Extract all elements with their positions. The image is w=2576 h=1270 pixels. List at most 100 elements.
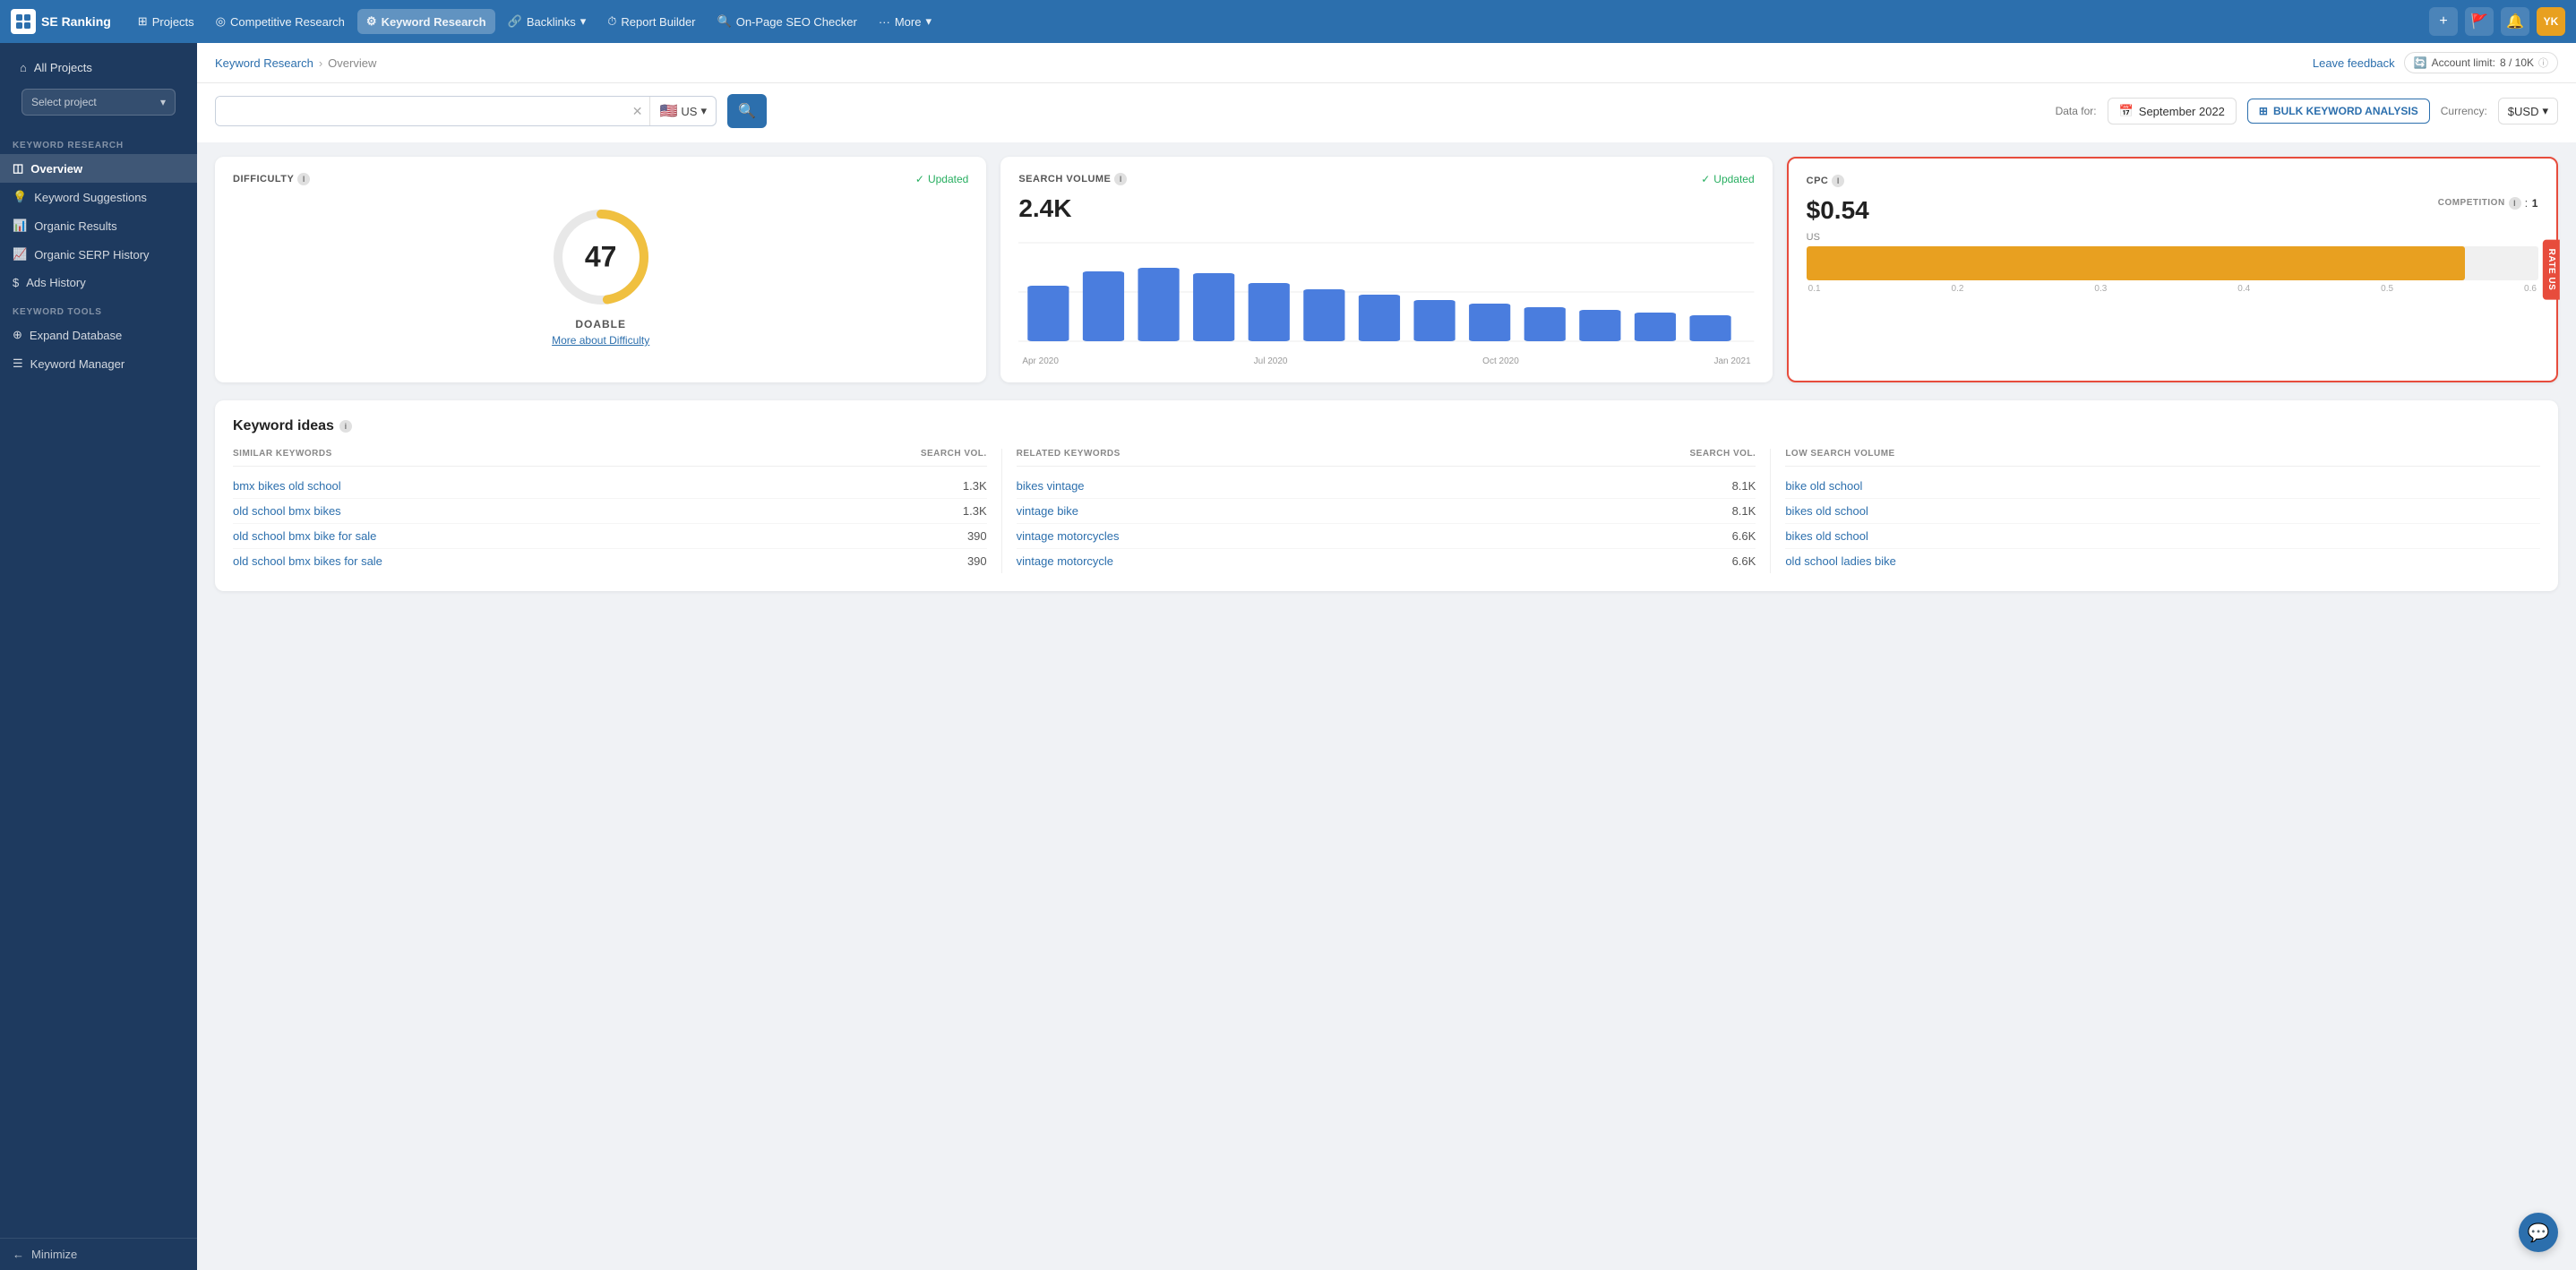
clear-search-button[interactable]: ✕ <box>625 104 650 119</box>
notifications-button[interactable]: 🔔 <box>2501 7 2529 36</box>
ads-icon: $ <box>13 276 19 289</box>
more-about-difficulty-link[interactable]: More about Difficulty <box>552 334 649 347</box>
breadcrumb-parent[interactable]: Keyword Research <box>215 56 313 70</box>
sidebar-item-organic-results[interactable]: 📊 Organic Results <box>0 211 197 240</box>
nav-on-page-seo[interactable]: 🔍 On-Page SEO Checker <box>708 9 866 34</box>
keyword-link[interactable]: bike old school <box>1785 479 2540 493</box>
add-button[interactable]: + <box>2429 7 2458 36</box>
logo-icon <box>11 9 36 34</box>
keyword-link[interactable]: bmx bikes old school <box>233 479 963 493</box>
difficulty-card-header: DIFFICULTY i ✓ Updated <box>233 173 968 185</box>
main-area: Keyword Research › Overview Leave feedba… <box>197 43 2576 1270</box>
related-keywords-col: RELATED KEYWORDS SEARCH VOL. bikes vinta… <box>1002 449 1772 573</box>
main-content: DIFFICULTY i ✓ Updated <box>197 142 2576 1270</box>
sidebar-item-overview[interactable]: ◫ Overview <box>0 154 197 183</box>
nav-competitive-research[interactable]: ◎ Competitive Research <box>207 9 354 34</box>
keyword-link[interactable]: bikes old school <box>1785 529 2540 543</box>
search-icon-btn: 🔍 <box>738 102 756 120</box>
nav-keyword-research[interactable]: ⚙ Keyword Research <box>357 9 495 34</box>
key-icon: ⚙ <box>366 14 377 29</box>
keyword-link[interactable]: bikes old school <box>1785 504 2540 518</box>
account-limit-icon: 🔄 <box>2414 56 2427 69</box>
date-selector[interactable]: 📅 September 2022 <box>2108 98 2237 124</box>
calendar-icon: 📅 <box>2119 104 2134 118</box>
sv-bar-chart: Apr 2020 Jul 2020 Oct 2020 Jan 2021 <box>1018 234 1754 366</box>
currency-label: Currency: <box>2441 105 2487 117</box>
related-col-header: RELATED KEYWORDS SEARCH VOL. <box>1017 449 1756 467</box>
keyword-link[interactable]: vintage motorcycle <box>1017 554 1732 568</box>
low-vol-col-header: LOW SEARCH VOLUME <box>1785 449 2540 467</box>
app-logo[interactable]: SE Ranking <box>11 9 111 34</box>
difficulty-card: DIFFICULTY i ✓ Updated <box>215 157 986 382</box>
flag-icon: 🇺🇸 <box>659 102 677 120</box>
competition-info-icon[interactable]: i <box>2509 197 2521 210</box>
competition-label: COMPETITION i : 1 <box>2438 196 2538 210</box>
topbar-right: Leave feedback 🔄 Account limit: 8 / 10K … <box>2313 52 2558 73</box>
search-input[interactable]: oldschool bike <box>216 97 625 125</box>
user-avatar[interactable]: YK <box>2537 7 2565 36</box>
sv-card-header: SEARCH VOLUME i ✓ Updated <box>1018 173 1754 185</box>
keyword-link[interactable]: vintage motorcycles <box>1017 529 1732 543</box>
chevron-down-icon: ▾ <box>580 14 587 29</box>
search-input-wrap: oldschool bike ✕ 🇺🇸 US ▾ <box>215 96 717 126</box>
sidebar-item-ads-history[interactable]: $ Ads History <box>0 269 197 296</box>
difficulty-visual: 47 DOABLE More about Difficulty <box>233 194 968 356</box>
table-row: bikes vintage 8.1K <box>1017 474 1756 499</box>
keyword-link[interactable]: old school bmx bikes for sale <box>233 554 967 568</box>
bulk-keyword-analysis-button[interactable]: ⊞ BULK KEYWORD ANALYSIS <box>2247 99 2430 124</box>
organic-icon: 📊 <box>13 219 27 233</box>
check-icon: ✓ <box>915 173 924 185</box>
chat-icon: 💬 <box>2528 1222 2550 1244</box>
grid-icon: ⊞ <box>138 14 148 29</box>
table-row: bmx bikes old school 1.3K <box>233 474 987 499</box>
nav-backlinks[interactable]: 🔗 Backlinks ▾ <box>499 9 596 34</box>
sidebar-item-keyword-suggestions[interactable]: 💡 Keyword Suggestions <box>0 183 197 211</box>
keyword-tools-section-label: KEYWORD TOOLS <box>0 296 197 321</box>
sidebar-item-keyword-manager[interactable]: ☰ Keyword Manager <box>0 349 197 378</box>
nav-report-builder[interactable]: ⏱ Report Builder <box>598 9 704 34</box>
cpc-card-title: CPC i <box>1807 175 1845 187</box>
search-button[interactable]: 🔍 <box>727 94 767 128</box>
cpc-card-header: CPC i <box>1807 175 2538 187</box>
keyword-ideas-section: Keyword ideas i SIMILAR KEYWORDS SEARCH … <box>215 400 2558 591</box>
chat-support-button[interactable]: 💬 <box>2519 1213 2558 1252</box>
keyword-link[interactable]: old school bmx bikes <box>233 504 963 518</box>
sidebar-top: ⌂ All Projects Select project ▾ <box>0 43 197 130</box>
nav-projects[interactable]: ⊞ Projects <box>129 9 203 34</box>
sidebar-item-organic-serp-history[interactable]: 📈 Organic SERP History <box>0 240 197 269</box>
rate-us-tab[interactable]: RATE US <box>2543 240 2560 300</box>
chevron-down-icon-more: ▾ <box>925 14 932 29</box>
account-limit-value: 8 / 10K <box>2500 56 2534 69</box>
difficulty-info-icon[interactable]: i <box>297 173 310 185</box>
cpc-bar-fill <box>1807 246 2466 280</box>
keyword-ideas-info-icon[interactable]: i <box>339 420 352 433</box>
account-limit-label: Account limit: <box>2432 56 2495 69</box>
chevron-down-icon-project: ▾ <box>160 96 166 108</box>
keyword-link[interactable]: old school bmx bike for sale <box>233 529 967 543</box>
cpc-country-label: US <box>1807 232 2538 243</box>
sv-card-title: SEARCH VOLUME i <box>1018 173 1127 185</box>
search-country-selector[interactable]: 🇺🇸 US ▾ <box>649 97 716 125</box>
sv-chart-labels: Apr 2020 Jul 2020 Oct 2020 Jan 2021 <box>1018 356 1754 366</box>
cpc-info-icon[interactable]: i <box>1832 175 1844 187</box>
sv-info-icon[interactable]: i <box>1114 173 1127 185</box>
main-topbar: Keyword Research › Overview Leave feedba… <box>197 43 2576 83</box>
metric-cards-row: DIFFICULTY i ✓ Updated <box>215 157 2558 382</box>
minimize-sidebar[interactable]: ← Minimize <box>0 1238 197 1270</box>
currency-selector[interactable]: $USD ▾ <box>2498 98 2558 124</box>
keyword-link[interactable]: old school ladies bike <box>1785 554 2540 568</box>
sidebar-item-expand-database[interactable]: ⊕ Expand Database <box>0 321 197 349</box>
all-projects-link[interactable]: ⌂ All Projects <box>11 54 186 82</box>
difficulty-label: DOABLE <box>575 318 626 330</box>
cpc-value: $0.54 <box>1807 196 1869 225</box>
target-icon: ◎ <box>216 14 226 29</box>
keyword-ideas-title: Keyword ideas i <box>233 418 2540 434</box>
keyword-link[interactable]: bikes vintage <box>1017 479 1732 493</box>
leave-feedback-link[interactable]: Leave feedback <box>2313 56 2395 70</box>
project-selector[interactable]: Select project ▾ <box>21 89 176 116</box>
flag-button[interactable]: 🚩 <box>2465 7 2494 36</box>
keyword-link[interactable]: vintage bike <box>1017 504 1732 518</box>
nav-more[interactable]: ··· More ▾ <box>870 9 940 34</box>
overview-icon: ◫ <box>13 161 23 176</box>
difficulty-updated-badge: ✓ Updated <box>915 173 968 185</box>
